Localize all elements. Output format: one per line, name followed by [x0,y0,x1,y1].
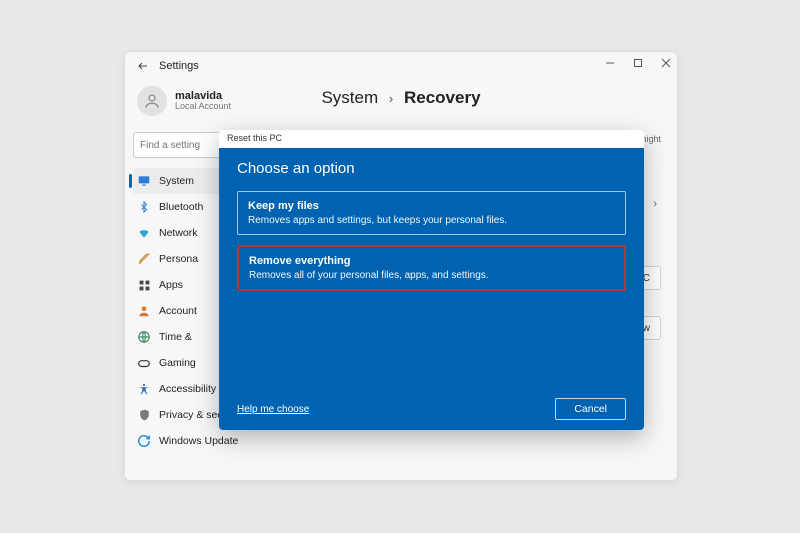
close-button[interactable] [659,56,673,70]
sidebar-item[interactable]: Windows Update [133,428,251,454]
sidebar-item-label: Accessibility [159,383,216,395]
option-remove-everything[interactable]: Remove everything Removes all of your pe… [237,245,626,291]
shield-icon [137,408,151,422]
breadcrumb-leaf: Recovery [404,88,481,107]
dialog-title: Reset this PC [219,130,644,148]
option-title: Keep my files [248,200,615,212]
maximize-button[interactable] [631,56,645,70]
header: malavida Local Account System › Recovery [125,80,677,132]
sidebar-item-label: Windows Update [159,435,238,447]
settings-window: Settings malavida Local Account System ›… [124,51,678,481]
sidebar-item-label: Bluetooth [159,201,203,213]
sidebar-item-label: Network [159,227,198,239]
sidebar-item-label: System [159,175,194,187]
breadcrumb: System › Recovery [125,88,677,108]
window-controls [603,56,673,70]
accounts-icon [137,304,151,318]
display-icon [137,174,151,188]
sidebar-item-label: Apps [159,279,183,291]
dialog-heading: Choose an option [237,160,626,177]
back-button[interactable] [133,56,153,76]
search-placeholder: Find a setting [140,140,200,151]
minimize-button[interactable] [603,56,617,70]
globe-icon [137,330,151,344]
sidebar-item-label: Gaming [159,357,196,369]
sidebar-item-label: Persona [159,253,198,265]
titlebar: Settings [125,52,677,80]
cancel-button[interactable]: Cancel [555,398,626,420]
sidebar-item-label: Time & [159,331,192,343]
option-title: Remove everything [249,255,614,267]
chevron-right-icon: › [389,91,393,106]
wifi-icon [137,226,151,240]
chevron-right-icon[interactable]: › [649,198,661,210]
update-icon [137,434,151,448]
option-desc: Removes apps and settings, but keeps you… [248,215,615,226]
breadcrumb-root[interactable]: System [321,88,378,107]
apps-icon [137,278,151,292]
bluetooth-icon [137,200,151,214]
brush-icon [137,252,151,266]
option-keep-my-files[interactable]: Keep my files Removes apps and settings,… [237,191,626,235]
accessibility-icon [137,382,151,396]
sidebar-item-label: Account [159,305,197,317]
help-me-choose-link[interactable]: Help me choose [237,404,309,415]
option-desc: Removes all of your personal files, apps… [249,270,614,281]
gaming-icon [137,356,151,370]
reset-pc-dialog: Reset this PC Choose an option Keep my f… [219,130,644,430]
window-title: Settings [159,60,199,72]
